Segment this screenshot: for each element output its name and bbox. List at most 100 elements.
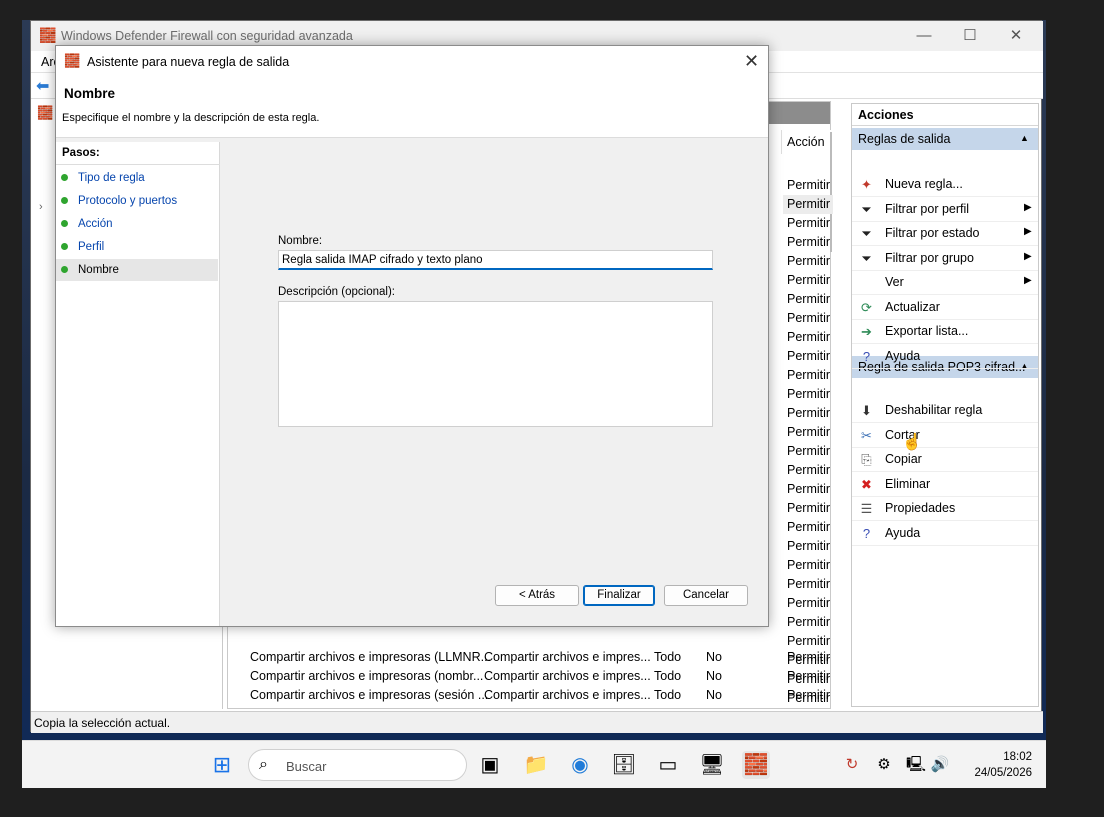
row-profile[interactable]: Todo bbox=[654, 688, 681, 707]
action-actualizar[interactable]: ⟳ Actualizar bbox=[852, 296, 1038, 320]
accion-cell[interactable]: Permitir bbox=[783, 290, 833, 309]
row-action[interactable]: Permitir bbox=[787, 688, 830, 707]
accion-cell[interactable]: Permitir bbox=[783, 366, 833, 385]
accion-cell[interactable]: Permitir bbox=[783, 499, 833, 518]
accion-cell[interactable]: Permitir bbox=[783, 480, 833, 499]
start-button-icon[interactable]: ⊞ bbox=[208, 751, 236, 779]
step-status-dot-icon bbox=[61, 266, 68, 273]
accion-cell[interactable]: Permitir bbox=[783, 575, 833, 594]
accion-cell[interactable]: Permitir bbox=[783, 404, 833, 423]
task-view-icon[interactable]: ▣ bbox=[476, 751, 504, 779]
step-status-dot-icon bbox=[61, 220, 68, 227]
accion-cell[interactable]: Permitir bbox=[783, 461, 833, 480]
row-profile[interactable]: Todo bbox=[654, 669, 681, 688]
action-cortar[interactable]: ✂ Cortar bbox=[852, 424, 1038, 448]
accion-cell[interactable]: Permitir bbox=[783, 195, 833, 214]
accion-cell[interactable]: Permitir bbox=[783, 214, 833, 233]
file-explorer-icon[interactable]: 📁 bbox=[522, 751, 550, 779]
accion-cell[interactable]: Permitir bbox=[783, 518, 833, 537]
row-enabled[interactable]: No bbox=[706, 688, 722, 707]
step-label: Acción bbox=[78, 218, 113, 230]
control-panel-icon[interactable]: 🖥 bbox=[698, 751, 726, 779]
accion-cell[interactable]: Permitir bbox=[783, 423, 833, 442]
row-group[interactable]: Compartir archivos e impres... bbox=[484, 688, 651, 707]
wizard-step[interactable]: Perfil bbox=[56, 236, 218, 258]
row-profile[interactable]: Todo bbox=[654, 650, 681, 669]
terminal-icon[interactable]: ▭ bbox=[654, 751, 682, 779]
accion-cell[interactable]: Permitir bbox=[783, 537, 833, 556]
row-group[interactable]: Compartir archivos e impres... bbox=[484, 650, 651, 669]
accion-cell[interactable]: Permitir bbox=[783, 594, 833, 613]
wizard-step[interactable]: Acción bbox=[56, 213, 218, 235]
accion-cell[interactable]: Permitir bbox=[783, 556, 833, 575]
accion-cell[interactable]: Permitir bbox=[783, 252, 833, 271]
wizard-step[interactable]: Nombre bbox=[56, 259, 218, 281]
maximize-button[interactable]: ☐ bbox=[947, 21, 993, 51]
accion-cell[interactable]: Permitir bbox=[783, 271, 833, 290]
accion-cell[interactable]: Permitir bbox=[783, 632, 833, 651]
security-tray-icon[interactable]: ↻ bbox=[838, 751, 866, 779]
rule-name-input[interactable] bbox=[278, 250, 713, 270]
edge-browser-icon[interactable]: ◉ bbox=[566, 751, 594, 779]
action-ayuda[interactable]: ? Ayuda bbox=[852, 522, 1038, 546]
column-header-accion[interactable]: Acción bbox=[781, 130, 831, 154]
steps-divider bbox=[56, 164, 220, 165]
volume-tray-icon[interactable]: 🔊 bbox=[926, 751, 954, 779]
wizard-step[interactable]: Protocolo y puertos bbox=[56, 190, 218, 212]
help-icon: ? bbox=[862, 348, 871, 364]
refresh-icon: ⟳ bbox=[861, 299, 872, 315]
accion-cell[interactable]: Permitir bbox=[783, 233, 833, 252]
row-group[interactable]: Compartir archivos e impres... bbox=[484, 669, 651, 688]
collapse-arrow-icon[interactable]: ▲ bbox=[1020, 133, 1029, 143]
accion-cell[interactable]: Permitir bbox=[783, 613, 833, 632]
section-reglas-de-salida[interactable]: Reglas de salida ▲ bbox=[852, 128, 1038, 150]
accion-cell[interactable]: Permitir bbox=[783, 347, 833, 366]
finish-button[interactable]: Finalizar bbox=[583, 585, 655, 606]
taskbar-clock[interactable]: 18:02 24/05/2026 bbox=[952, 749, 1032, 781]
wizard-step[interactable]: Tipo de regla bbox=[56, 167, 218, 189]
action-ver[interactable]: Ver ▶ bbox=[852, 271, 1038, 295]
close-button[interactable]: ✕ bbox=[993, 21, 1039, 51]
taskbar-search-box[interactable]: ⌕ Buscar bbox=[248, 749, 467, 781]
action-ayuda[interactable]: ? Ayuda bbox=[852, 345, 1038, 369]
action-nueva-regla[interactable]: ✦ Nueva regla... bbox=[852, 173, 1038, 197]
copy-icon: ⎘ bbox=[861, 452, 872, 467]
row-action[interactable]: Permitir bbox=[787, 669, 830, 688]
network-share-tray-icon[interactable]: ⚙ bbox=[870, 751, 898, 779]
action-eliminar[interactable]: ✖ Eliminar bbox=[852, 473, 1038, 497]
accion-cell[interactable]: Permitir bbox=[783, 176, 833, 195]
tree-expand-icon[interactable]: › bbox=[39, 201, 43, 213]
action-filtrar-por-grupo[interactable]: ⏷ Filtrar por grupo ▶ bbox=[852, 247, 1038, 271]
back-button[interactable]: < Atrás bbox=[495, 585, 579, 606]
section-label: Reglas de salida bbox=[858, 132, 951, 146]
steps-title: Pasos: bbox=[62, 147, 100, 159]
row-name[interactable]: Compartir archivos e impresoras (sesión … bbox=[250, 688, 488, 707]
wizard-close-button[interactable]: ✕ bbox=[744, 51, 759, 72]
row-name[interactable]: Compartir archivos e impresoras (LLMNR..… bbox=[250, 650, 491, 669]
accion-cell[interactable]: Permitir bbox=[783, 385, 833, 404]
accion-cell[interactable]: Permitir bbox=[783, 328, 833, 347]
action-copiar[interactable]: ⎘ Copiar bbox=[852, 448, 1038, 472]
action-label: Exportar lista... bbox=[885, 324, 969, 338]
row-enabled[interactable]: No bbox=[706, 669, 722, 688]
action-deshabilitar-regla[interactable]: ⬇ Deshabilitar regla bbox=[852, 399, 1038, 423]
server-manager-icon[interactable]: 🗄 bbox=[610, 751, 638, 779]
accion-cell[interactable]: Permitir bbox=[783, 309, 833, 328]
action-exportar-lista[interactable]: ➔ Exportar lista... bbox=[852, 320, 1038, 344]
action-filtrar-por-perfil[interactable]: ⏷ Filtrar por perfil ▶ bbox=[852, 198, 1038, 222]
filter-icon: ⏷ bbox=[861, 201, 872, 217]
row-enabled[interactable]: No bbox=[706, 650, 722, 669]
tree-root-icon[interactable]: 🧱 bbox=[37, 105, 53, 121]
action-filtrar-por-estado[interactable]: ⏷ Filtrar por estado ▶ bbox=[852, 222, 1038, 246]
row-name[interactable]: Compartir archivos e impresoras (nombr..… bbox=[250, 669, 483, 688]
status-bar: Copia la selección actual. bbox=[31, 711, 1043, 733]
cancel-button[interactable]: Cancelar bbox=[664, 585, 748, 606]
action-propiedades[interactable]: ☰ Propiedades bbox=[852, 497, 1038, 521]
minimize-button[interactable]: — bbox=[901, 21, 947, 51]
rule-description-input[interactable] bbox=[278, 301, 713, 427]
new-rule-wizard-dialog: 🧱 Asistente para nueva regla de salida ✕… bbox=[55, 45, 769, 627]
firewall-taskbar-icon[interactable]: 🧱 bbox=[742, 751, 770, 779]
accion-cell[interactable]: Permitir bbox=[783, 442, 833, 461]
row-action[interactable]: Permitir bbox=[787, 650, 830, 669]
back-arrow-icon[interactable]: ⬅ bbox=[36, 76, 49, 96]
